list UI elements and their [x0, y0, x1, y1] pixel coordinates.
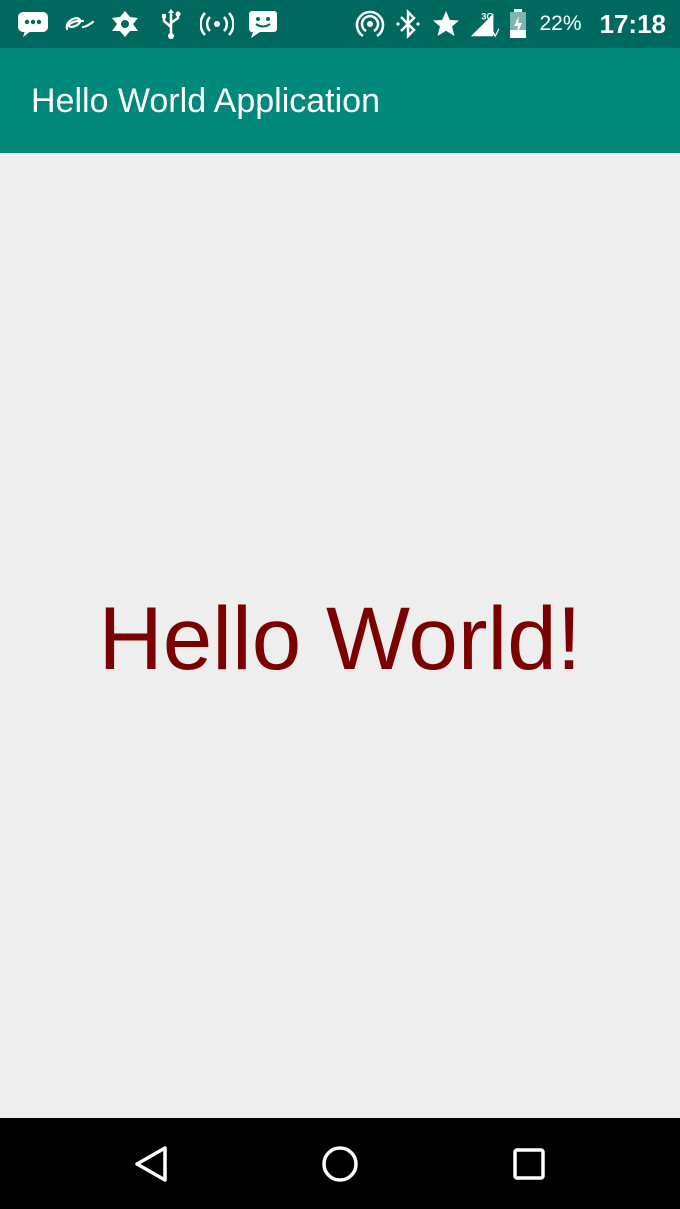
battery-percent: 22%: [539, 12, 582, 35]
vpn-icon: [108, 9, 142, 39]
message-icon: [16, 9, 50, 39]
star-icon: [431, 9, 461, 39]
navigation-bar: [0, 1118, 680, 1209]
recents-button[interactable]: [506, 1141, 552, 1187]
signal-icon: 3G: [469, 9, 500, 39]
cast-icon: [355, 9, 385, 39]
bluetooth-icon: [393, 9, 423, 39]
notification-icons: [16, 0, 292, 48]
home-button[interactable]: [317, 1141, 363, 1187]
hotspot-icon: [200, 9, 234, 39]
home-icon: [322, 1146, 358, 1182]
usb-icon: [154, 9, 188, 39]
status-bar: 3G 22% 17:18: [0, 0, 680, 48]
app-title: Hello World Application: [31, 82, 380, 120]
recents-icon: [513, 1148, 545, 1180]
battery-icon: [507, 9, 529, 39]
back-button[interactable]: [128, 1141, 174, 1187]
system-icons: 3G 22% 17:18: [355, 0, 666, 48]
main-content: Hello World!: [0, 153, 680, 1118]
chat-icon: [246, 9, 280, 39]
app-bar: Hello World Application: [0, 48, 680, 153]
clock: 17:18: [599, 8, 667, 39]
alibaba-icon: [62, 9, 96, 39]
hello-world-text: Hello World!: [98, 588, 582, 688]
back-icon: [135, 1146, 167, 1182]
svg-text:3G: 3G: [482, 11, 495, 21]
